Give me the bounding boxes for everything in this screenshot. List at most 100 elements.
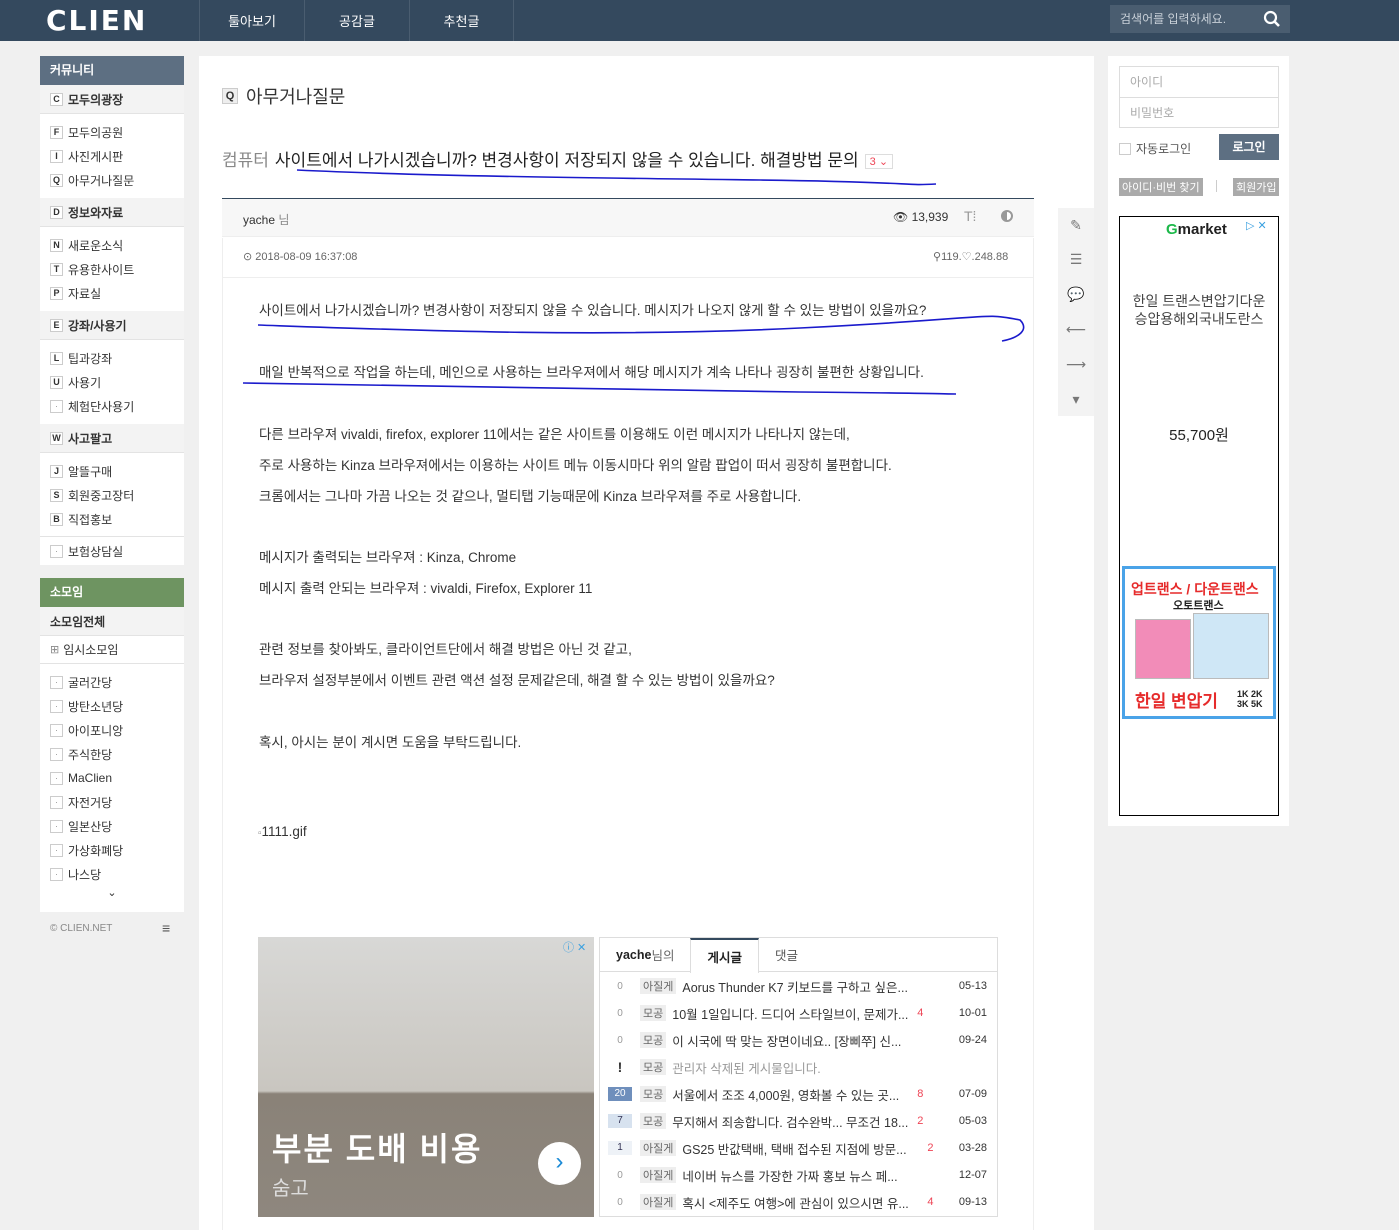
somoim-all[interactable]: 소모임전체	[40, 607, 184, 636]
sidebar-item[interactable]: J 알뜰구매	[40, 459, 184, 483]
password-field[interactable]: 비밀번호	[1120, 98, 1278, 129]
contrast-icon[interactable]	[1001, 210, 1013, 222]
somoim-item[interactable]: · MaClien	[40, 766, 184, 790]
login-button[interactable]: 로그인	[1219, 134, 1279, 160]
list-icon[interactable]: ☰	[1058, 242, 1094, 276]
user-posts-owner: yache 님의	[600, 938, 690, 971]
somoim-item[interactable]: · 굴러간당	[40, 670, 184, 694]
join-link[interactable]: 회원가입	[1233, 178, 1280, 196]
chevron-right-icon[interactable]: ›	[538, 1142, 581, 1185]
search-icon[interactable]	[1263, 10, 1281, 28]
list-item[interactable]: 7 모공 무지해서 죄송합니다. 검수완박... 무조건 18... 2 05-03	[608, 1108, 993, 1134]
sidebar-item-label: 회원중고장터	[68, 488, 135, 503]
sidebar-item-label: MaClien	[68, 771, 113, 785]
somoim-item[interactable]: · 방탄소년당	[40, 694, 184, 718]
caret-down-icon[interactable]: ▾	[1058, 382, 1094, 416]
pencil-icon[interactable]: ✎	[1058, 208, 1094, 242]
post-ip: ⚲119.♡.248.88	[933, 250, 1008, 263]
nav-gonggam[interactable]: 공감글	[304, 0, 409, 41]
somoim-item[interactable]: · 일본산당	[40, 814, 184, 838]
arrow-left-icon[interactable]: ⟵	[1058, 312, 1094, 346]
somoim-item[interactable]: · 가상화폐당	[40, 838, 184, 862]
board-title[interactable]: Q 아무거나질문	[222, 83, 345, 109]
ad-price: 55,700원	[1169, 427, 1229, 444]
sidebar-item-label: 임시소모임	[63, 643, 119, 657]
post-category[interactable]: 컴퓨터	[222, 151, 269, 170]
ad-product-name: 한일 트랜스변압기다운승압용해외국내도란스	[1132, 293, 1266, 327]
post-paragraph: 혹시, 아시는 분이 계시면 도움을 부탁드립니다.	[259, 735, 522, 750]
tab-comments[interactable]: 댓글	[759, 938, 814, 971]
arrow-right-icon[interactable]: ⟶	[1058, 347, 1094, 381]
somoim-item[interactable]: · 아이포니앙	[40, 718, 184, 742]
list-item[interactable]: 0 모공 10월 1일입니다. 드디어 스타일브이, 문제가... 4 10-01	[608, 1000, 993, 1026]
somoim-item[interactable]: · 나스당	[40, 862, 184, 886]
somoim-item[interactable]: · 자전거당	[40, 790, 184, 814]
sidebar-item[interactable]: · 체험단사용기	[40, 394, 184, 418]
temp-somoim[interactable]: ⊞ 임시소모임	[40, 636, 184, 664]
list-item[interactable]: ! 모공 관리자 삭제된 게시물입니다.	[608, 1054, 993, 1080]
tab-posts[interactable]: 게시글	[690, 938, 759, 973]
list-item[interactable]: 20 모공 서울에서 조조 4,000원, 영화볼 수 있는 곳... 8 07-09	[608, 1081, 993, 1107]
nav-tulabogi[interactable]: 툴아보기	[199, 0, 304, 41]
ad-close-icon[interactable]: ▷ ✕	[1246, 219, 1267, 232]
site-logo[interactable]: CLIEN	[46, 4, 147, 37]
list-item[interactable]: 0 아질게 Aorus Thunder K7 키보드를 구하고 싶은... 05-13	[608, 973, 993, 999]
sidebar-item[interactable]: B 직접홍보	[40, 507, 184, 531]
badge: W	[50, 431, 63, 445]
sidebar-cat-e[interactable]: E 강좌/사용기	[40, 311, 184, 340]
ad-headline: 부분 도배 비용	[272, 1131, 483, 1167]
sidebar-item-label: 자전거당	[68, 795, 113, 810]
clock-icon: ⊙	[243, 251, 253, 263]
transformer-pink	[1135, 619, 1191, 679]
gmarket-logo: Gmarket	[1166, 221, 1227, 238]
sidebar-cat-d[interactable]: D 정보와자료	[40, 198, 184, 227]
nav-chucheon[interactable]: 추천글	[409, 0, 514, 41]
id-field[interactable]: 아이디	[1120, 67, 1278, 98]
sidebar-item-label: 팁과강좌	[68, 351, 113, 366]
auto-login-checkbox[interactable]	[1119, 142, 1131, 155]
find-account-link[interactable]: 아이디·비번 찾기	[1119, 178, 1203, 196]
ad-product-image[interactable]: 업트랜스 / 다운트랜스 오토트랜스 한일 변압기 1K 2K 3K 5K	[1122, 566, 1276, 719]
list-item[interactable]: 0 모공 이 시국에 딱 맞는 장면이네요.. [장삐쭈] 신... 09-24	[608, 1027, 993, 1053]
post-paragraph: 다른 브라우져 vivaldi, firefox, explorer 11에서는…	[259, 427, 850, 442]
sidebar-cat-w[interactable]: W 사고팔고	[40, 424, 184, 453]
list-item[interactable]: 1 아질게 GS25 반값택배, 택배 접수된 지점에 방문... 2 03-28	[608, 1135, 993, 1161]
sidebar-item[interactable]: L 팁과강좌	[40, 346, 184, 370]
post-paragraph: 주로 사용하는 Kinza 브라우져에서는 이용하는 사이트 메뉴 이동시마다 …	[259, 458, 892, 473]
comment-icon[interactable]: 💬	[1058, 277, 1094, 311]
sidebar-item-label: 유용한사이트	[68, 262, 135, 277]
auto-login[interactable]: 자동로그인	[1119, 140, 1191, 157]
badge: Q	[50, 173, 63, 187]
sidebar-item[interactable]: S 회원중고장터	[40, 483, 184, 507]
row-date: 10-01	[958, 1007, 987, 1019]
sidebar-item-insurance[interactable]: · 보험상담실	[40, 537, 184, 565]
badge: E	[50, 318, 63, 332]
row-count: 20	[608, 1087, 632, 1101]
badge: B	[50, 512, 63, 526]
chevron-down-icon[interactable]: ⌄	[40, 886, 184, 912]
sidebar-item[interactable]: N 새로운소식	[40, 233, 184, 257]
eye-icon: 👁	[893, 210, 909, 224]
list-item[interactable]: 0 아질게 혹시 <제주도 여행>에 관심이 있으시면 유... 4 09-13	[608, 1189, 993, 1215]
row-date: 03-28	[958, 1142, 987, 1154]
sidebar-cat-c[interactable]: C 모두의광장	[40, 85, 184, 114]
somoim-item[interactable]: · 주식한당	[40, 742, 184, 766]
sidebar-item[interactable]: P 자료실	[40, 281, 184, 305]
menu-icon[interactable]: ≡	[162, 920, 170, 936]
sidebar-footer: © CLIEN.NET ≡	[40, 920, 184, 938]
sidebar-item-label: 일본산당	[68, 819, 113, 834]
row-comments: 4	[927, 1196, 934, 1208]
comment-count[interactable]: 3 ⌄	[864, 154, 894, 170]
sidebar-item[interactable]: Q 아무거나질문	[40, 168, 184, 192]
list-item[interactable]: 0 아질게 네이버 뉴스를 가장한 가짜 홍보 뉴스 페... 12-07	[608, 1162, 993, 1188]
badge: ·	[50, 675, 63, 689]
sidebar-item[interactable]: I 사진게시판	[40, 144, 184, 168]
sidebar-item[interactable]: F 모두의공원	[40, 120, 184, 144]
ad-close-icon[interactable]: ⓘ ✕	[563, 939, 586, 955]
sidebar-item[interactable]: T 유용한사이트	[40, 257, 184, 281]
row-tag: 모공	[640, 1113, 667, 1129]
sidebar-item[interactable]: U 사용기	[40, 370, 184, 394]
font-size-icon[interactable]: T⁞	[964, 208, 976, 224]
row-count: 0	[617, 1007, 623, 1019]
author[interactable]: yache 님	[243, 211, 289, 228]
